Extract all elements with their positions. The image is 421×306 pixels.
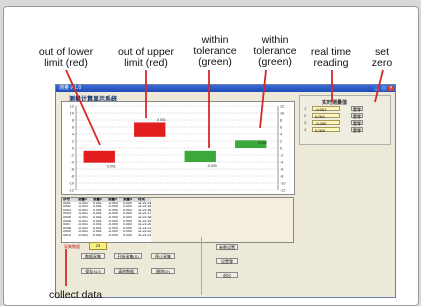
bar-value-label: 0.000 xyxy=(258,141,267,145)
y-tick-label-right: -4 xyxy=(280,160,283,164)
app-window: 测量 v 1.0 _ □ × 测量计算显示系统 12 12 10 10 8 8 6 6 4 4 2 2… xyxy=(55,84,396,298)
tolerance-chart: 12 12 10 10 8 8 6 6 4 4 2 2 0 0 -2 -2 -4 -4 -6 -6 -8 -8 -10 -10… xyxy=(61,101,295,195)
realtime-reading-panel: 实时测量值 1 -0.001 置零 2 0.001 置零 3 -0.000 置零… xyxy=(299,95,391,145)
y-tick-label: -4 xyxy=(71,160,74,164)
settings-button[interactable]: 参数设置 xyxy=(216,244,238,250)
reading-value: 0.000 xyxy=(312,127,340,133)
set-zero-button[interactable]: 置零 xyxy=(351,120,363,126)
y-tick-label: 8 xyxy=(72,118,74,122)
window-title: 测量 v 1.0 xyxy=(59,85,82,91)
y-tick-label-right: 6 xyxy=(280,125,282,129)
table-body: 0001 -0.001 0.001 -0.000 0.000 11:21:14 0002 -0… xyxy=(62,202,152,238)
y-tick-label-right: -6 xyxy=(280,167,283,171)
tolerance-bar xyxy=(83,150,115,163)
y-tick-label-right: -2 xyxy=(280,153,283,157)
set-zero-button[interactable]: 置零 xyxy=(351,106,363,112)
reading-index: 1 xyxy=(304,106,307,111)
callout-line: limit (red) xyxy=(124,57,168,69)
stop-collect-button[interactable]: 停止采集 xyxy=(151,253,175,259)
table-cell: 0.000 xyxy=(123,233,132,237)
y-tick-label: -10 xyxy=(69,181,75,185)
chart-svg: 12 12 10 10 8 8 6 6 4 4 2 2 0 0 -2 -2 -4 -4 -6 -6 -8 -8 -10 -10… xyxy=(69,104,286,192)
y-tick-label-right: 8 xyxy=(280,118,282,122)
tolerance-bar xyxy=(184,150,216,162)
bar-value-label: 0.001 xyxy=(157,118,166,122)
table-cell: -0.001 xyxy=(78,233,88,237)
tolerance-bar xyxy=(134,122,166,137)
callout-collect-data: collect data xyxy=(49,289,103,301)
reading-index: 2 xyxy=(304,113,307,118)
y-tick-label: 0 xyxy=(72,146,74,150)
y-tick-label: 10 xyxy=(70,111,74,115)
data-table[interactable]: 序号 测量1 测量2 测量3 测量4 时间 0001 -0.001 0.001 -0.… xyxy=(61,197,153,243)
bar-value-label: -0.000 xyxy=(207,164,217,168)
y-tick-label: -12 xyxy=(69,188,75,192)
y-tick-label-right: 2 xyxy=(280,139,282,143)
callout-line: (green) xyxy=(258,56,292,68)
y-tick-label-right: 0 xyxy=(280,146,282,150)
collect-status-label: 采集数据 xyxy=(64,244,80,249)
window-titlebar: 测量 v 1.0 _ □ × xyxy=(56,85,395,92)
callout-line: (green) xyxy=(198,56,232,68)
set-zero-all-button[interactable]: 设置零 xyxy=(216,258,238,264)
reading-index: 4 xyxy=(304,127,307,132)
callout-line: zero xyxy=(371,57,393,69)
y-tick-label: 2 xyxy=(72,139,74,143)
reading-value: -0.000 xyxy=(312,120,340,126)
y-tick-label: -6 xyxy=(71,167,74,171)
y-tick-label: 12 xyxy=(70,104,74,108)
set-zero-button[interactable]: 置零 xyxy=(351,127,363,133)
panel-title: 实时测量值 xyxy=(322,100,348,106)
chart-blank-area xyxy=(151,197,294,243)
save-xls-button[interactable]: 保存XLS xyxy=(81,268,105,274)
callout-within-2: within tolerance (green) xyxy=(248,35,302,68)
set-zero-button[interactable]: 置零 xyxy=(351,113,363,119)
y-tick-label-right: 10 xyxy=(280,111,284,115)
collect-count-field: 23 xyxy=(89,242,107,250)
close-button[interactable]: × xyxy=(388,86,394,91)
minimize-button[interactable]: _ xyxy=(374,86,380,91)
y-tick-label-right: -10 xyxy=(280,181,286,185)
clear-data-button[interactable]: 清除数据 xyxy=(114,268,138,274)
delete-button[interactable]: 删除(D) xyxy=(151,268,175,274)
callout-set-zero: set zero xyxy=(366,47,398,69)
callout-out-of-lower: out of lower limit (red) xyxy=(33,47,99,69)
y-tick-label-right: 12 xyxy=(280,104,284,108)
reading-index: 3 xyxy=(304,120,307,125)
table-cell: -0.000 xyxy=(108,233,118,237)
bar-value-label: -0.001 xyxy=(106,165,116,169)
maximize-button[interactable]: □ xyxy=(381,86,387,91)
y-tick-label: -8 xyxy=(71,174,74,178)
data-collect-button[interactable]: 数据采集 xyxy=(81,253,105,259)
divider xyxy=(201,237,202,295)
table-cell: 0010 xyxy=(63,233,71,237)
callout-real-time: real time reading xyxy=(307,47,355,69)
exit-button[interactable]: 退出 xyxy=(216,272,238,278)
table-cell: 0.001 xyxy=(93,233,102,237)
callout-line: reading xyxy=(313,57,349,69)
callout-line: limit (red) xyxy=(44,57,88,69)
y-tick-label: 4 xyxy=(72,132,74,136)
start-collect-button[interactable]: 开始采集(S) xyxy=(114,253,142,259)
reading-value: 0.001 xyxy=(312,113,340,119)
table-cell: 11:21:23 xyxy=(138,233,152,237)
callout-out-of-upper: out of upper limit (red) xyxy=(113,47,179,69)
callout-within-1: within tolerance (green) xyxy=(188,35,242,68)
y-tick-label: -2 xyxy=(71,153,74,157)
y-tick-label: 6 xyxy=(72,125,74,129)
y-tick-label-right: -8 xyxy=(280,174,283,178)
y-tick-label-right: 4 xyxy=(280,132,282,136)
reading-value: -0.001 xyxy=(312,106,340,112)
table-row[interactable]: 0010 -0.001 0.001 -0.000 0.000 11:21:23 xyxy=(62,234,152,238)
y-tick-label-right: -12 xyxy=(280,188,286,192)
